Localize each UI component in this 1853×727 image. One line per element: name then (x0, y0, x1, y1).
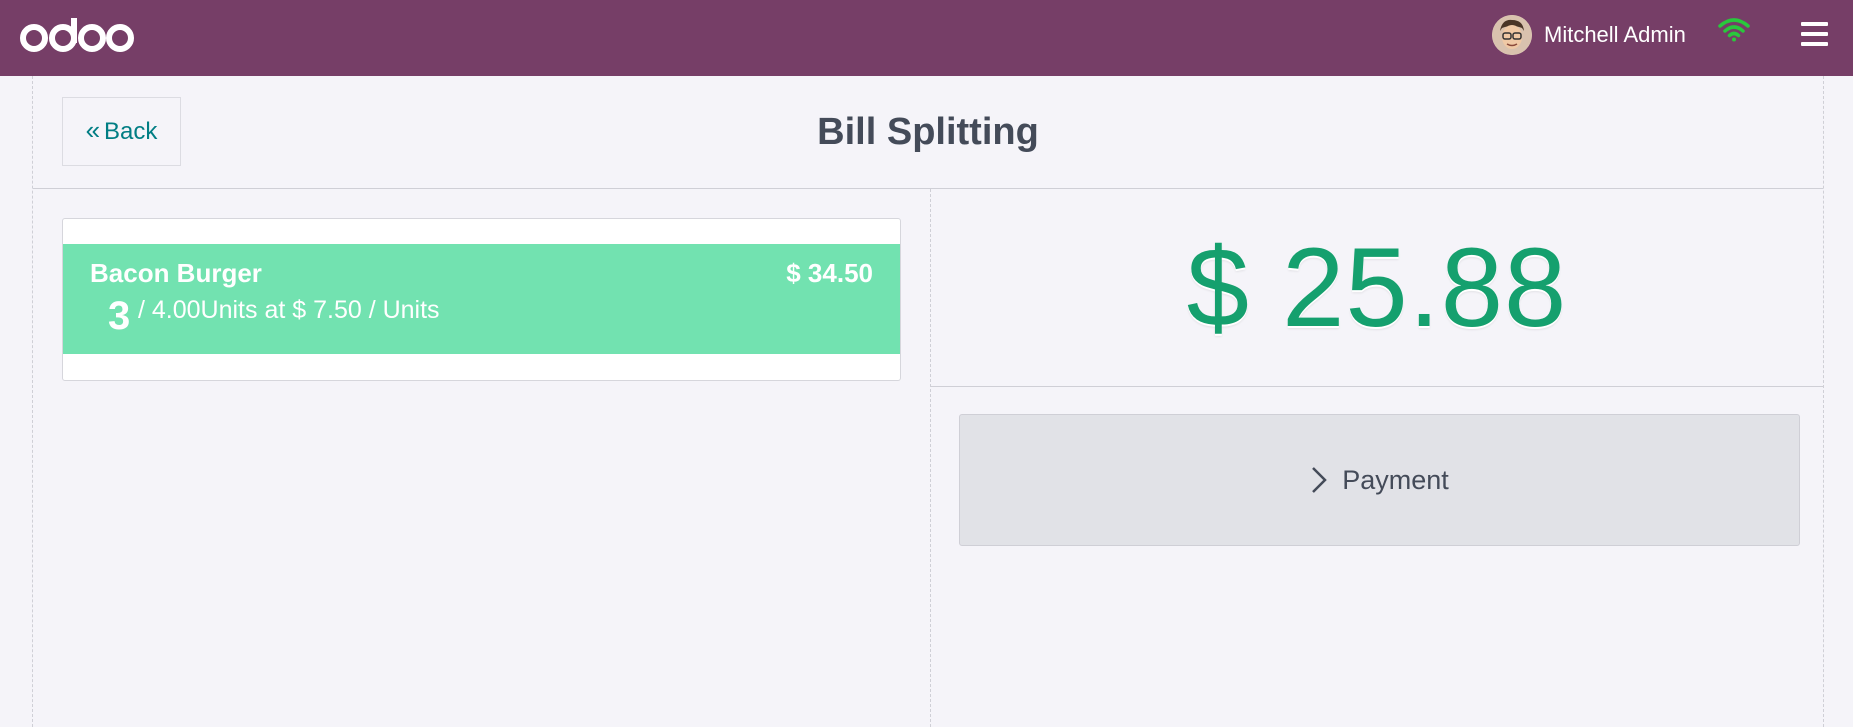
logo-mark (20, 18, 134, 52)
avatar (1492, 15, 1532, 55)
back-label: Back (104, 117, 158, 145)
back-button[interactable]: « Back (62, 97, 181, 166)
summary-panel: $ 25.88 Payment (931, 189, 1823, 727)
user-menu[interactable]: Mitchell Admin (1492, 13, 1686, 57)
top-navbar: Mitchell Admin (0, 0, 1853, 76)
product-name: Bacon Burger (90, 258, 262, 288)
payment-label: Payment (1342, 464, 1449, 495)
line-info: / 4.00Units at $ 7.50 / Units (138, 296, 440, 324)
odoo-logo[interactable] (20, 14, 134, 58)
orderline-selected[interactable]: Bacon Burger $ 34.50 3 / 4.00Units at $ … (63, 244, 900, 354)
amount-display: $ 25.88 (931, 189, 1823, 387)
double-chevron-left-icon: « (85, 115, 101, 145)
user-name: Mitchell Admin (1544, 22, 1686, 47)
screen-header: Bill Splitting « Back (33, 76, 1823, 189)
hamburger-menu-icon[interactable] (1801, 22, 1828, 52)
line-price: $ 34.50 (786, 258, 873, 288)
page-title: Bill Splitting (817, 110, 1039, 153)
chevron-right-icon (1312, 467, 1327, 493)
orderline-list: Bacon Burger $ 34.50 3 / 4.00Units at $ … (62, 218, 901, 381)
wifi-icon[interactable] (1718, 18, 1750, 47)
orderlines-panel: Bacon Burger $ 34.50 3 / 4.00Units at $ … (33, 189, 931, 727)
split-amount: $ 25.88 (1186, 225, 1568, 350)
splitbill-screen: Bill Splitting « Back Bacon Burger $ 34.… (32, 76, 1824, 727)
payment-button[interactable]: Payment (959, 414, 1800, 546)
split-quantity: 3 (108, 294, 131, 338)
